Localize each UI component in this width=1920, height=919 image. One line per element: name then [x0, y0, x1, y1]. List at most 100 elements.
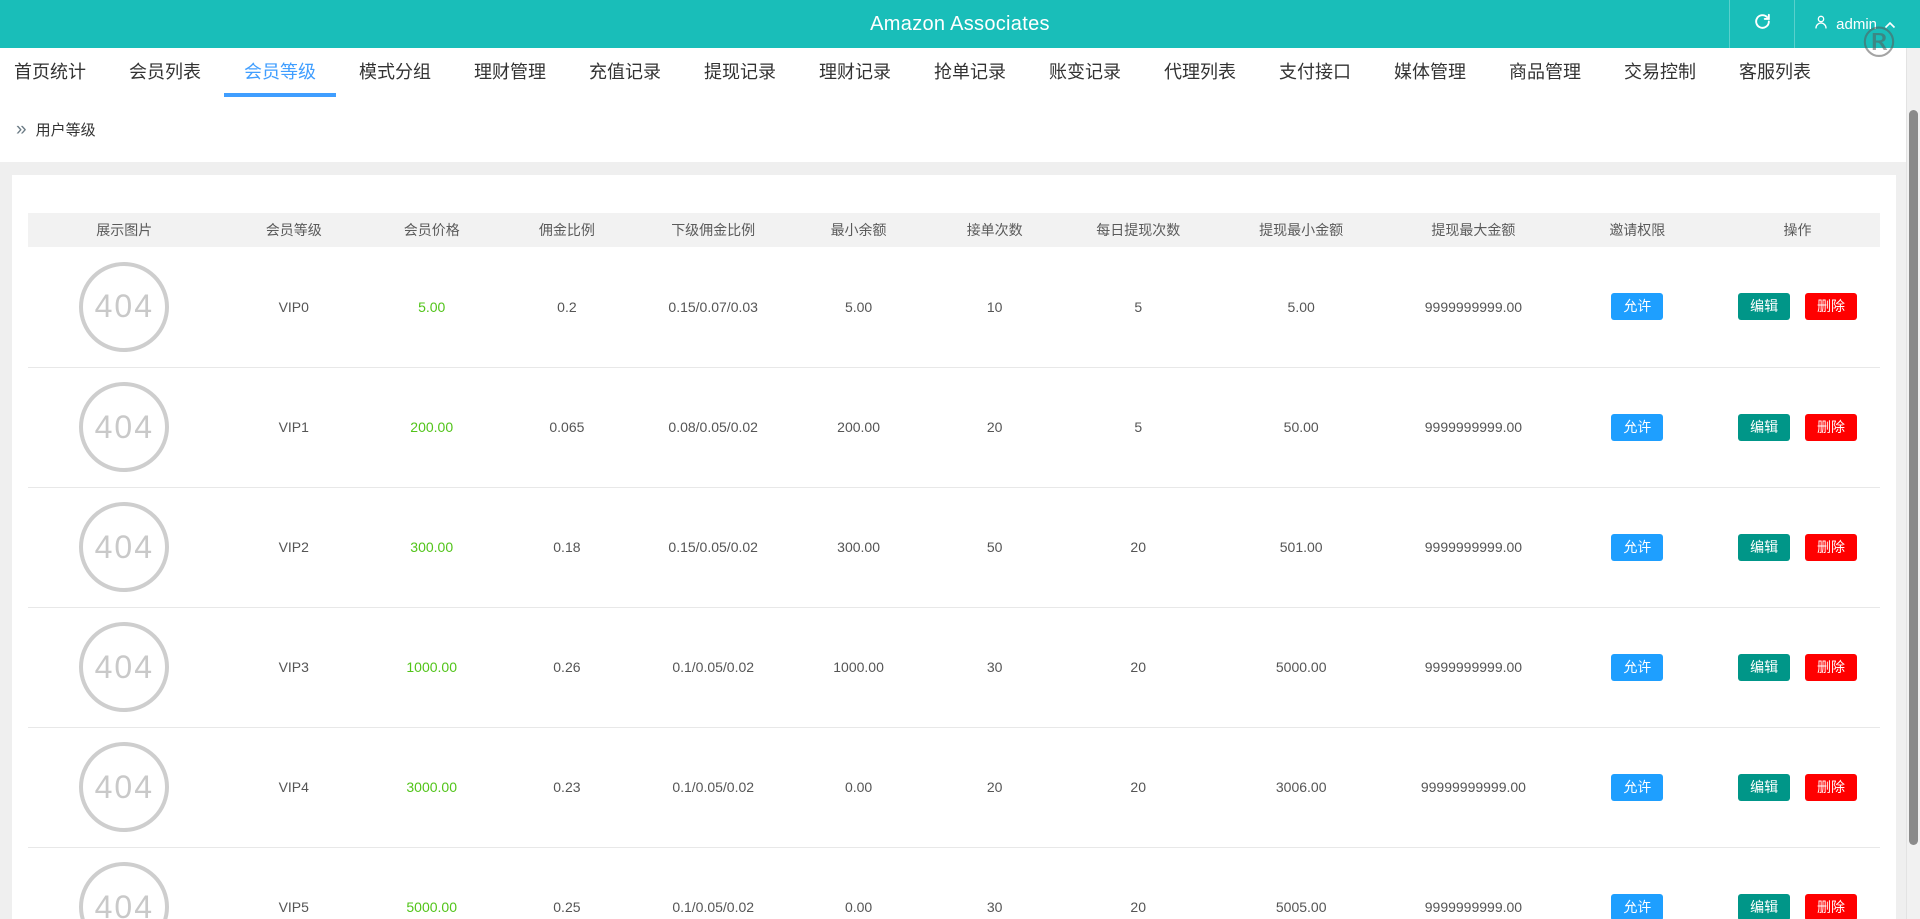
cell-price: 3000.00	[367, 727, 497, 847]
nav-tab[interactable]: 商品管理	[1509, 48, 1581, 97]
table-body: 404 VIP0 5.00 0.2 0.15/0.07/0.03 5.00 10…	[28, 247, 1880, 919]
nav-tab[interactable]: 客服列表	[1739, 48, 1811, 97]
cell-invite: 允许	[1560, 247, 1716, 367]
delete-button[interactable]: 删除	[1805, 414, 1857, 441]
cell-daily-withdraw-count: 5	[1061, 367, 1215, 487]
nav-tab[interactable]: 会员列表	[129, 48, 201, 97]
column-header-actions: 操作	[1715, 213, 1880, 247]
vertical-scrollbar-thumb[interactable]	[1909, 110, 1918, 845]
nav-tab[interactable]: 账变记录	[1049, 48, 1121, 97]
delete-button[interactable]: 删除	[1805, 534, 1857, 561]
table-row: 404 VIP0 5.00 0.2 0.15/0.07/0.03 5.00 10…	[28, 247, 1880, 367]
sub-header: 首页统计 会员列表 会员等级 模式分组 理财管理 充值记录 提现记录 理财记录 …	[0, 48, 1920, 162]
vertical-scrollbar-track[interactable]	[1906, 48, 1920, 919]
edit-button[interactable]: 编辑	[1738, 534, 1790, 561]
cell-min-withdraw: 501.00	[1215, 487, 1387, 607]
cell-price: 5000.00	[367, 847, 497, 919]
column-header-order-count: 接单次数	[928, 213, 1061, 247]
delete-button[interactable]: 删除	[1805, 774, 1857, 801]
table-header-row: 展示图片 会员等级 会员价格 佣金比例 下级佣金比例 最小余额 接单次数 每日提…	[28, 213, 1880, 247]
allow-button[interactable]: 允许	[1611, 774, 1663, 801]
cell-sub-commission: 0.1/0.05/0.02	[637, 607, 789, 727]
nav-tab-label: 充值记录	[589, 62, 661, 82]
cell-image: 404	[28, 847, 221, 919]
nav-tab[interactable]: 首页统计	[14, 48, 86, 97]
edit-button[interactable]: 编辑	[1738, 894, 1790, 919]
levels-table: 展示图片 会员等级 会员价格 佣金比例 下级佣金比例 最小余额 接单次数 每日提…	[28, 213, 1880, 919]
cell-order-count: 30	[928, 607, 1061, 727]
allow-button[interactable]: 允许	[1611, 654, 1663, 681]
delete-button[interactable]: 删除	[1805, 894, 1857, 919]
cell-min-balance: 200.00	[789, 367, 928, 487]
cell-min-withdraw: 3006.00	[1215, 727, 1387, 847]
cell-min-balance: 5.00	[789, 247, 928, 367]
app-title: Amazon Associates	[0, 0, 1920, 48]
cell-min-withdraw: 50.00	[1215, 367, 1387, 487]
cell-max-withdraw: 9999999999.00	[1387, 247, 1559, 367]
cell-max-withdraw: 9999999999.00	[1387, 847, 1559, 919]
nav-tab-label: 首页统计	[14, 62, 86, 82]
cell-min-balance: 0.00	[789, 847, 928, 919]
table-row: 404 VIP3 1000.00 0.26 0.1/0.05/0.02 1000…	[28, 607, 1880, 727]
nav-tab[interactable]: 理财记录	[819, 48, 891, 97]
cell-actions: 编辑 删除	[1715, 607, 1880, 727]
image-placeholder-404: 404	[79, 382, 169, 472]
column-header-commission: 佣金比例	[497, 213, 638, 247]
allow-button[interactable]: 允许	[1611, 414, 1663, 441]
cell-image: 404	[28, 247, 221, 367]
cell-price: 200.00	[367, 367, 497, 487]
cell-sub-commission: 0.15/0.05/0.02	[637, 487, 789, 607]
nav-tab[interactable]: 理财管理	[474, 48, 546, 97]
refresh-icon	[1753, 12, 1772, 36]
nav-tab[interactable]: 媒体管理	[1394, 48, 1466, 97]
cell-order-count: 50	[928, 487, 1061, 607]
nav-tab[interactable]: 充值记录	[589, 48, 661, 97]
column-header-image: 展示图片	[28, 213, 221, 247]
cell-commission: 0.2	[497, 247, 638, 367]
edit-button[interactable]: 编辑	[1738, 293, 1790, 320]
cell-max-withdraw: 99999999999.00	[1387, 727, 1559, 847]
cell-invite: 允许	[1560, 367, 1716, 487]
app-header: Amazon Associates admin	[0, 0, 1920, 48]
column-header-invite: 邀请权限	[1560, 213, 1716, 247]
allow-button[interactable]: 允许	[1611, 534, 1663, 561]
cell-order-count: 10	[928, 247, 1061, 367]
user-icon	[1813, 14, 1829, 34]
allow-button[interactable]: 允许	[1611, 894, 1663, 919]
column-header-daily-withdraw-count: 每日提现次数	[1061, 213, 1215, 247]
cell-sub-commission: 0.1/0.05/0.02	[637, 727, 789, 847]
table-row: 404 VIP5 5000.00 0.25 0.1/0.05/0.02 0.00…	[28, 847, 1880, 919]
cell-invite: 允许	[1560, 487, 1716, 607]
nav-tab[interactable]: 抢单记录	[934, 48, 1006, 97]
refresh-button[interactable]	[1730, 0, 1794, 48]
allow-button[interactable]: 允许	[1611, 293, 1663, 320]
nav-tab[interactable]: 代理列表	[1164, 48, 1236, 97]
user-menu[interactable]: admin	[1795, 0, 1916, 48]
edit-button[interactable]: 编辑	[1738, 774, 1790, 801]
delete-button[interactable]: 删除	[1805, 654, 1857, 681]
cell-min-balance: 300.00	[789, 487, 928, 607]
edit-button[interactable]: 编辑	[1738, 654, 1790, 681]
cell-actions: 编辑 删除	[1715, 847, 1880, 919]
nav-tab[interactable]: 会员等级	[244, 48, 316, 97]
delete-button[interactable]: 删除	[1805, 293, 1857, 320]
edit-button[interactable]: 编辑	[1738, 414, 1790, 441]
image-placeholder-404: 404	[79, 742, 169, 832]
cell-daily-withdraw-count: 20	[1061, 847, 1215, 919]
nav-tab[interactable]: 提现记录	[704, 48, 776, 97]
table-row: 404 VIP2 300.00 0.18 0.15/0.05/0.02 300.…	[28, 487, 1880, 607]
cell-actions: 编辑 删除	[1715, 367, 1880, 487]
nav-tab[interactable]: 交易控制	[1624, 48, 1696, 97]
cell-image: 404	[28, 607, 221, 727]
nav-tab[interactable]: 模式分组	[359, 48, 431, 97]
user-name: admin	[1836, 16, 1877, 33]
cell-min-balance: 0.00	[789, 727, 928, 847]
cell-daily-withdraw-count: 20	[1061, 607, 1215, 727]
cell-order-count: 20	[928, 727, 1061, 847]
cell-daily-withdraw-count: 20	[1061, 727, 1215, 847]
cell-image: 404	[28, 727, 221, 847]
nav-tab[interactable]: 支付接口	[1279, 48, 1351, 97]
double-chevron-right-icon: »	[16, 120, 27, 139]
nav-tab-label: 模式分组	[359, 62, 431, 82]
cell-price: 5.00	[367, 247, 497, 367]
